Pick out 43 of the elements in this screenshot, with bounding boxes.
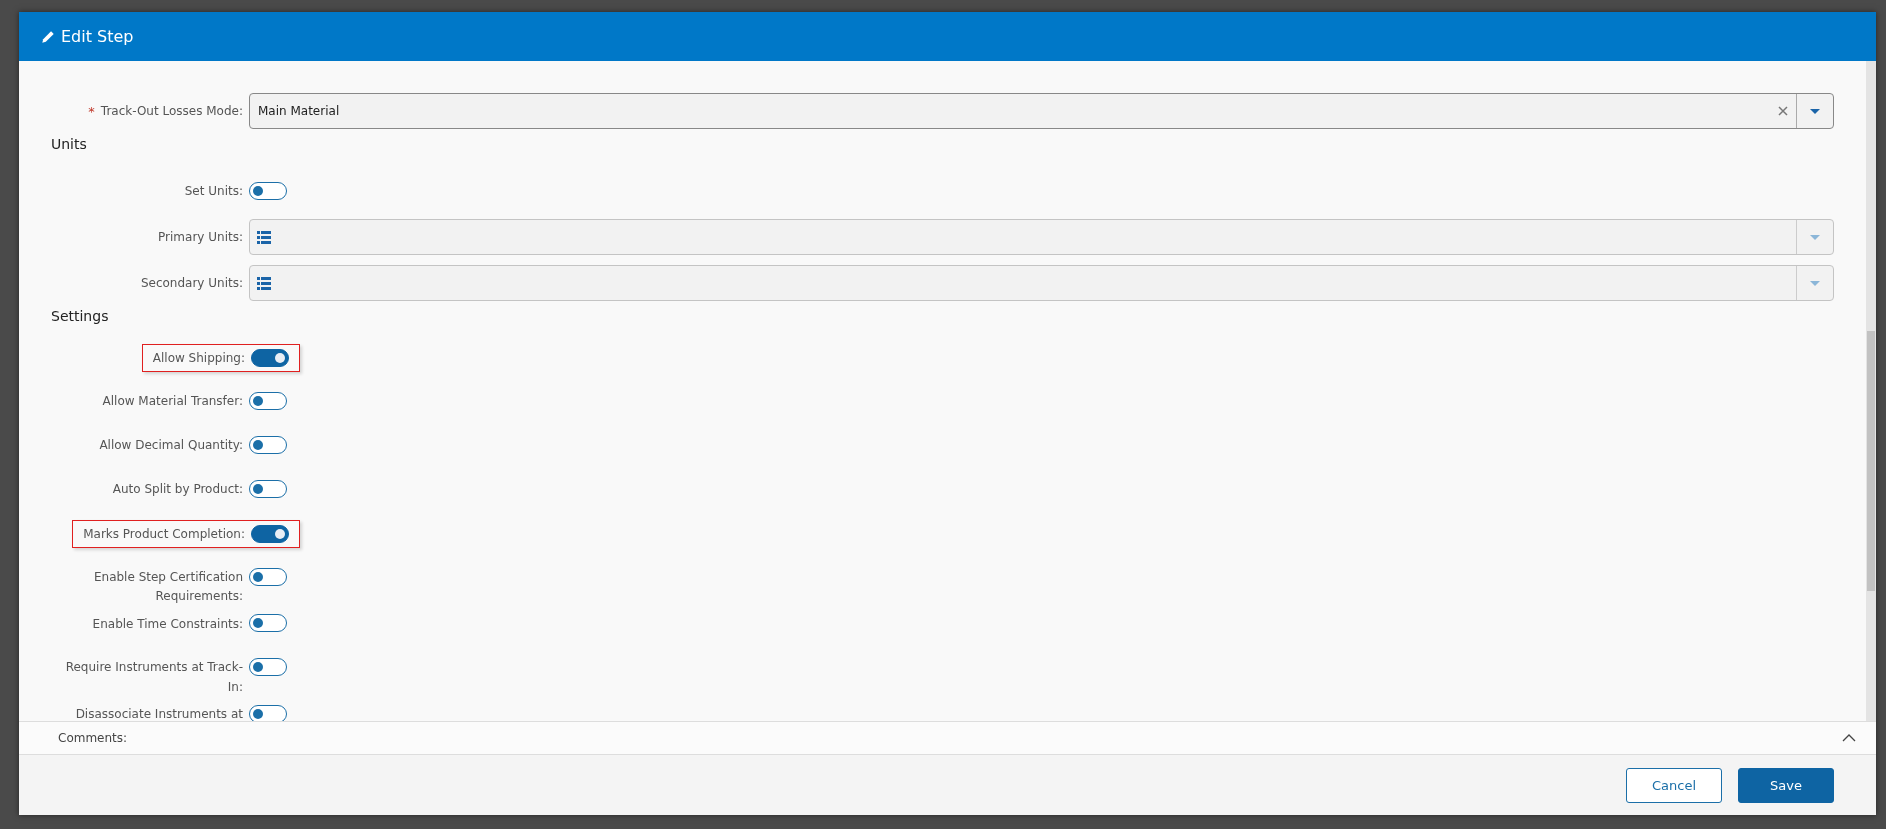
toggle-switch[interactable] [249,480,287,498]
dropdown-field[interactable]: Main Material [249,93,1834,129]
dialog-title: Edit Step [61,27,134,46]
comments-label: Comments: [58,731,128,745]
scrollbar[interactable] [1866,61,1876,721]
save-button[interactable]: Save [1738,767,1834,803]
toggle-switch[interactable] [249,658,287,677]
cancel-button[interactable]: Cancel [1626,767,1722,803]
setting-label: Enable Step Certification Requirements: [92,569,243,606]
toggle-switch[interactable] [251,525,289,543]
toggle-switch[interactable] [249,568,287,586]
field-label: Track-Out Losses Mode: [100,104,243,118]
toggle-switch[interactable] [249,182,287,200]
setting-label: Enable Time Constraints: [92,615,243,633]
field-label: Secondary Units: [140,276,243,290]
toggle-switch[interactable] [249,704,287,721]
list-icon [257,230,271,244]
setting-label: Auto Split by Product: [112,481,243,499]
comments-bar[interactable]: Comments: [19,721,1876,755]
caret-icon [1810,108,1820,114]
field-label: Primary Units: [158,230,243,244]
toggle-switch[interactable] [251,349,289,367]
setting-label: Marks Product Completion: [83,527,245,541]
required-asterisk: * [88,103,95,119]
caret-icon [1810,234,1820,240]
dropdown-field[interactable] [249,265,1834,301]
toggle-switch[interactable] [249,436,287,454]
section-heading: Units [50,135,88,154]
field-label: Set Units: [184,184,243,198]
pencil-icon [41,29,55,44]
dropdown-value: Main Material [257,104,341,118]
setting-label: Allow Shipping: [152,351,245,365]
dropdown-field[interactable] [249,219,1834,255]
setting-label: Disassociate Instruments at [75,706,243,721]
toggle-switch[interactable] [249,614,287,633]
setting-label: Allow Decimal Quantity: [99,437,243,455]
section-heading: Settings [50,307,110,326]
setting-label: Require Instruments at Track-In: [64,659,243,696]
setting-label: Allow Material Transfer: [102,393,243,411]
clear-icon [1778,106,1788,116]
toggle-switch[interactable] [249,392,287,410]
caret-icon [1810,280,1820,286]
list-icon [257,276,271,290]
